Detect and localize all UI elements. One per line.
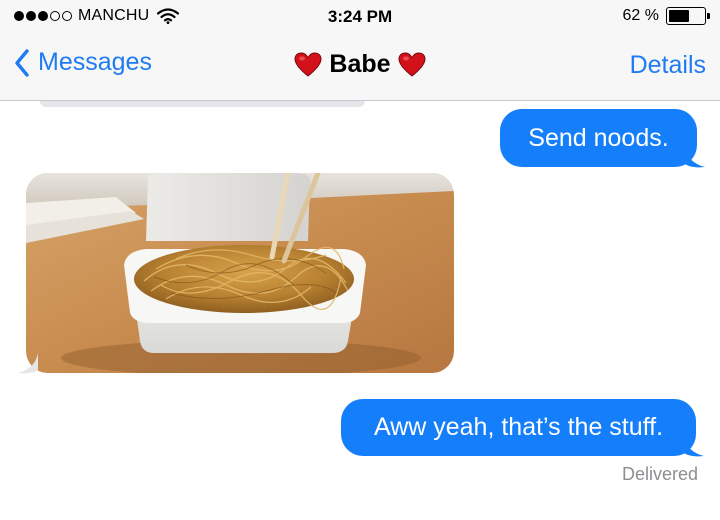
- heart-icon: [294, 51, 322, 77]
- outgoing-message-bubble[interactable]: Send noods.: [500, 109, 697, 167]
- message-thread[interactable]: Send noods. Aww yeah, that’s the stuff. …: [0, 101, 720, 520]
- status-bar: MANCHU 3:24 PM 62 %: [0, 0, 720, 34]
- navigation-bar: Messages Babe Details: [0, 34, 720, 101]
- status-right: 62 %: [622, 7, 710, 25]
- contact-name: Babe: [329, 50, 391, 78]
- battery-fill: [669, 10, 689, 22]
- battery-percentage: 62 %: [622, 7, 659, 24]
- noodles-photo: [26, 173, 454, 373]
- bubble-tail: [684, 436, 704, 457]
- delivery-status: Delivered: [621, 464, 698, 484]
- heart-icon: [398, 51, 426, 77]
- bubble-tail: [18, 353, 38, 374]
- message-text: Aww yeah, that’s the stuff.: [373, 413, 664, 441]
- status-time: 3:24 PM: [327, 7, 393, 26]
- details-button[interactable]: Details: [630, 51, 706, 80]
- outgoing-message-bubble[interactable]: Aww yeah, that’s the stuff.: [341, 399, 696, 456]
- battery-icon: [666, 7, 710, 25]
- battery-tip: [707, 13, 710, 19]
- incoming-image-message[interactable]: [26, 173, 454, 373]
- message-text: Send noods.: [528, 123, 669, 152]
- bubble-tail: [685, 147, 705, 168]
- conversation-title[interactable]: Babe: [0, 50, 720, 79]
- previous-message-bubble: [40, 101, 365, 107]
